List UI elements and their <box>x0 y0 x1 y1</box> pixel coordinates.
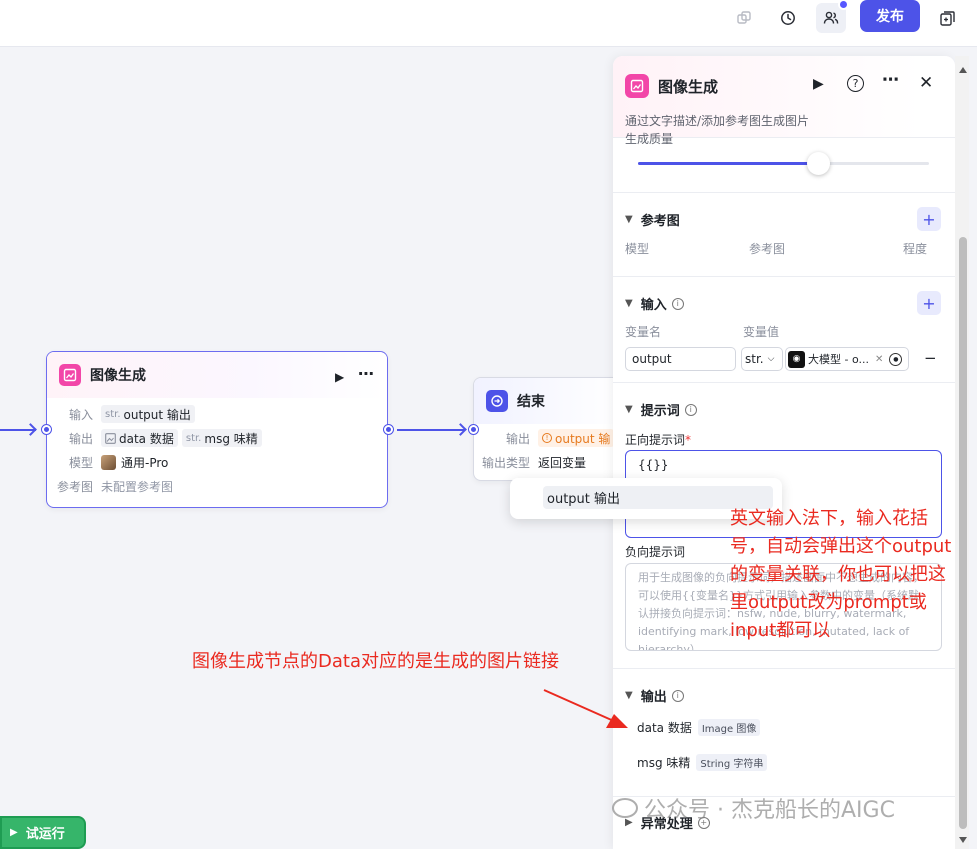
add-input-button[interactable]: + <box>917 291 941 315</box>
node-image-generation[interactable]: 图像生成 ▶ ⋯ 输入 str. output 输出 输出 data 数据 str… <box>46 351 388 508</box>
section-toggle-refimg[interactable]: ▼ 参考图 <box>625 210 680 229</box>
scroll-up-icon[interactable] <box>959 67 967 73</box>
end-output-row: 输出 ! output 输 <box>474 426 622 450</box>
node-refimg-row: 参考图 未配置参考图 <box>56 479 174 494</box>
panel-title: 图像生成 <box>658 78 719 96</box>
publish-button[interactable]: 发布 <box>860 0 920 32</box>
more-icon[interactable]: ⋯ <box>358 364 375 383</box>
output-port[interactable] <box>384 425 393 434</box>
annotation-right: 英文输入法下，输入花括号，自动会弹出这个output的变量关联，你也可以把这里o… <box>730 508 952 641</box>
run-node-icon[interactable]: ▶ <box>335 370 344 384</box>
node-config-panel: 图像生成 ▶ ? ⋯ ✕ 通过文字描述/添加参考图生成图片 生成质量 ▼ 参考图 … <box>613 56 955 849</box>
info-icon: i <box>671 689 684 702</box>
run-icon[interactable]: ▶ <box>813 76 824 92</box>
node-header: 结束 <box>474 378 622 424</box>
arrow-icon <box>24 423 37 436</box>
image-gen-icon <box>59 364 81 386</box>
more-icon[interactable]: ⋯ <box>882 70 899 90</box>
input-chip: str. output 输出 <box>101 405 195 423</box>
close-icon[interactable]: ✕ <box>919 73 933 93</box>
node-model-row: 模型 通用-Pro <box>68 454 169 470</box>
node-title: 图像生成 <box>90 368 146 384</box>
help-icon[interactable]: ? <box>847 75 864 92</box>
node-input-row: 输入 str. output 输出 <box>47 402 387 426</box>
slider-fill <box>638 162 819 165</box>
node-title: 结束 <box>517 394 545 410</box>
watermark: 公众号 · 杰克船长的AIGC <box>612 792 895 824</box>
remove-var-button[interactable]: − <box>924 349 937 367</box>
chevron-down-icon: ▼ <box>625 298 633 309</box>
quality-label: 生成质量 <box>625 132 674 146</box>
notification-badge <box>838 0 849 10</box>
info-icon: i <box>684 403 697 416</box>
output-item: data 数据 Image 图像 <box>637 719 761 736</box>
wechat-icon <box>612 798 638 818</box>
output-chip-data: data 数据 <box>101 429 178 447</box>
chevron-down-icon: ⌵ <box>767 354 775 364</box>
llm-icon: ◉ <box>788 350 805 368</box>
chevron-down-icon: ▼ <box>625 690 633 701</box>
panel-subtitle: 通过文字描述/添加参考图生成图片 <box>625 114 810 128</box>
node-header: 图像生成 ▶ ⋯ <box>47 352 387 398</box>
quality-section: 生成质量 <box>613 132 955 193</box>
history-icon[interactable] <box>773 3 803 33</box>
output-item: msg 味精 String 字符串 <box>637 754 768 771</box>
arrow-icon <box>454 423 467 436</box>
scrollbar-thumb[interactable] <box>959 237 967 829</box>
chevron-down-icon: ▼ <box>625 214 633 225</box>
var-ref-select[interactable]: ◉ 大模型 - o... ✕ ● <box>785 347 909 371</box>
image-gen-icon <box>625 74 649 98</box>
input-port[interactable] <box>42 425 51 434</box>
output-section: ▼ 输出 i data 数据 Image 图像 msg 味精 String 字符串 <box>613 669 955 797</box>
play-icon: ▶ <box>10 827 18 838</box>
clear-icon: ✕ <box>875 353 884 365</box>
copy-icon[interactable] <box>729 3 759 33</box>
node-end[interactable]: 结束 输出 ! output 输 输出类型 返回变量 <box>473 377 623 481</box>
var-name-input[interactable]: output <box>625 347 736 371</box>
image-type-icon <box>105 432 116 444</box>
model-avatar-icon <box>101 454 116 470</box>
scroll-down-icon[interactable] <box>959 837 967 843</box>
trial-run-button[interactable]: ▶ 试运行 <box>0 816 86 849</box>
info-icon: i <box>671 297 684 310</box>
node-output-row: 输出 data 数据 str. msg 味精 <box>47 426 387 450</box>
end-output-type-row: 输出类型 返回变量 <box>481 455 587 470</box>
export-icon[interactable] <box>932 3 962 33</box>
panel-header: 图像生成 ▶ ? ⋯ ✕ 通过文字描述/添加参考图生成图片 <box>613 56 955 138</box>
end-icon <box>486 390 508 412</box>
section-toggle-prompt[interactable]: ▼ 提示词 i <box>625 400 697 419</box>
target-icon: ● <box>889 352 903 366</box>
top-toolbar: 发布 <box>0 0 977 47</box>
collaborators-button[interactable] <box>816 0 849 33</box>
end-input-port[interactable] <box>469 425 478 434</box>
add-refimg-button[interactable]: + <box>917 207 941 231</box>
output-chip-msg: str. msg 味精 <box>181 429 262 447</box>
section-toggle-input[interactable]: ▼ 输入 i <box>625 294 684 313</box>
warning-icon: ! <box>542 433 552 443</box>
users-icon <box>823 11 839 24</box>
chevron-down-icon: ▼ <box>625 404 633 415</box>
section-toggle-output[interactable]: ▼ 输出 i <box>625 686 684 705</box>
var-type-select[interactable]: str. ⌵ <box>741 347 783 371</box>
reference-image-section: ▼ 参考图 + 模型 参考图 程度 <box>613 193 955 277</box>
positive-prompt-label: 正向提示词* <box>625 433 692 447</box>
input-section: ▼ 输入 i + 变量名 变量值 output str. ⌵ ◉ 大模型 - o...… <box>613 277 955 383</box>
annotation-left: 图像生成节点的Data对应的是生成的图片链接 <box>192 651 559 672</box>
warning-output-chip: ! output 输 <box>538 429 615 447</box>
quality-slider[interactable] <box>638 152 929 175</box>
negative-prompt-label: 负向提示词 <box>625 545 686 559</box>
